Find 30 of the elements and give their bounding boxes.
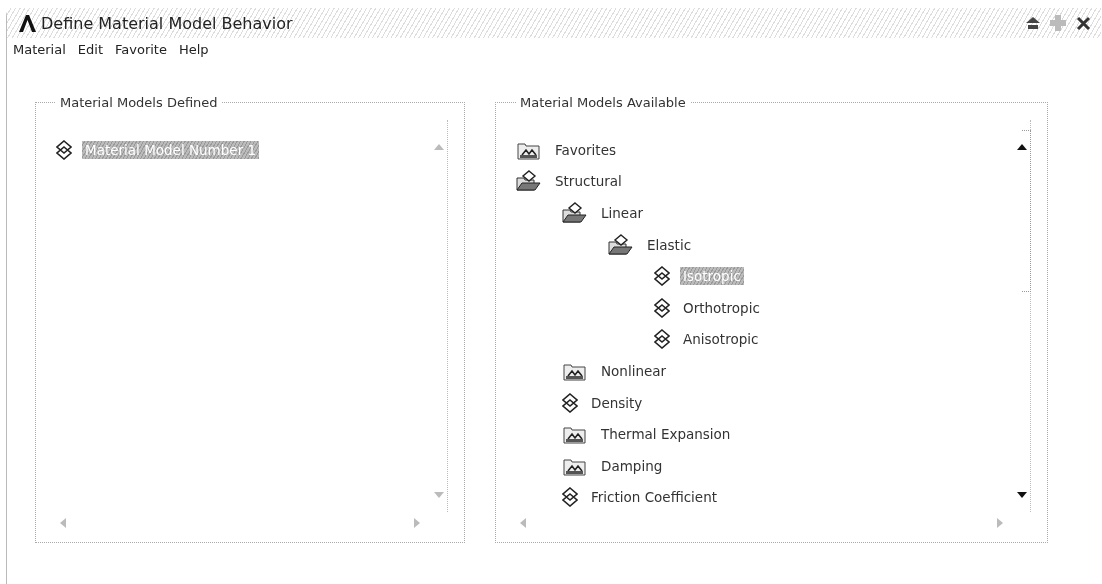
menu-item[interactable]: Material	[13, 42, 66, 57]
close-icon[interactable]	[1076, 15, 1091, 31]
group-title: Material Models Defined	[59, 95, 219, 110]
window-title: Define Material Model Behavior	[41, 13, 293, 33]
tree-item[interactable]: Thermal Expansion	[598, 425, 734, 444]
menu-item[interactable]: Edit	[77, 42, 103, 57]
tree-item[interactable]: Friction Coefficient	[588, 488, 721, 507]
tree-item[interactable]: Linear	[598, 204, 646, 222]
menu-item[interactable]: Favorite	[115, 42, 167, 57]
tree-item[interactable]: Orthotropic	[680, 298, 763, 317]
menu-item[interactable]: Help	[178, 42, 209, 57]
vertical-scrollbar[interactable]	[1016, 120, 1031, 512]
group-title: Material Models Available	[519, 95, 687, 110]
vertical-scrollbar[interactable]	[433, 120, 448, 512]
roll-up-icon[interactable]	[1026, 17, 1040, 29]
material-icon	[562, 392, 578, 413]
material-icon	[56, 139, 72, 160]
logo-icon	[17, 13, 37, 33]
material-icon	[562, 487, 578, 508]
material-icon	[654, 297, 670, 318]
material-icon	[654, 266, 670, 287]
tree-item[interactable]: Elastic	[644, 235, 695, 254]
plus-icon[interactable]	[1050, 15, 1066, 31]
tree-item[interactable]: Damping	[598, 456, 666, 475]
material-icon	[654, 329, 670, 350]
tree-item[interactable]: Favorites	[552, 140, 619, 159]
tree-item[interactable]: Structural	[552, 172, 625, 191]
tree-item[interactable]: Density	[588, 393, 646, 412]
tree-item[interactable]: Anisotropic	[680, 330, 762, 349]
tree-item[interactable]: Nonlinear	[598, 361, 670, 380]
